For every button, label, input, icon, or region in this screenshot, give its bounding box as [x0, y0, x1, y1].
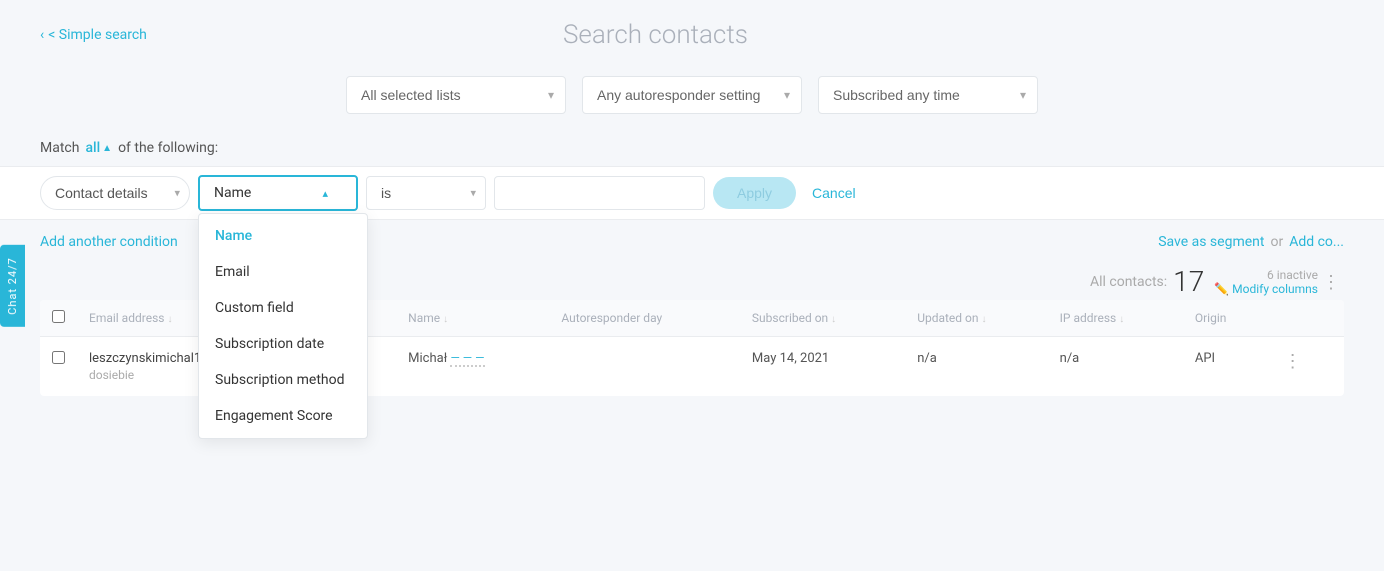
col-ip-address[interactable]: IP address ↓: [1048, 300, 1183, 337]
simple-search-link[interactable]: ‹ < Simple search: [40, 27, 147, 43]
autoresponder-filter-wrapper: Any autoresponder setting: [582, 76, 802, 114]
condition-field-wrapper: Name Name Email Custom field Subscriptio…: [198, 175, 358, 211]
col-actions: [1268, 300, 1344, 337]
condition-operator-select[interactable]: is: [366, 176, 486, 210]
dropdown-item-name[interactable]: Name: [199, 218, 367, 254]
dropdown-item-email[interactable]: Email: [199, 254, 367, 290]
col-subscribed-on[interactable]: Subscribed on ↓: [740, 300, 905, 337]
apply-button[interactable]: Apply: [713, 177, 796, 209]
back-arrow-icon: ‹: [40, 27, 44, 43]
col-subscribed-on-label: Subscribed on: [752, 311, 828, 325]
dropdown-item-subscription-date[interactable]: Subscription date: [199, 326, 367, 362]
col-updated-on[interactable]: Updated on ↓: [905, 300, 1047, 337]
col-ip-address-label: IP address: [1060, 311, 1117, 325]
col-name-label: Name: [408, 311, 440, 325]
col-autoresponder-label: Autoresponder day: [561, 311, 662, 325]
row-name-value: Michał: [408, 351, 447, 366]
page-title: Search contacts: [147, 20, 1164, 50]
modify-columns-label: Modify columns: [1232, 282, 1318, 296]
select-all-checkbox[interactable]: [52, 310, 65, 323]
row-origin-value: API: [1195, 351, 1215, 366]
condition-field-button[interactable]: Name: [198, 175, 358, 211]
modify-columns-link[interactable]: ✏️ Modify columns: [1214, 282, 1318, 296]
row-autoresponder-col: [549, 337, 740, 397]
chat-widget[interactable]: Chat 24/7: [0, 245, 25, 327]
lists-filter-select[interactable]: All selected lists: [346, 76, 566, 114]
pencil-icon: ✏️: [1214, 282, 1229, 296]
match-toggle-value: all: [85, 140, 100, 156]
or-text: or: [1270, 234, 1283, 250]
condition-type-wrapper: Contact details: [40, 176, 190, 210]
row-ip-value: n/a: [1060, 351, 1080, 366]
condition-field-dropdown: Name Email Custom field Subscription dat…: [198, 213, 368, 439]
match-row: Match all ▲ of the following:: [0, 130, 1384, 166]
col-email-sort-icon: ↓: [167, 314, 172, 325]
col-email-label: Email address: [89, 311, 164, 325]
subscribed-filter-select[interactable]: Subscribed any time: [818, 76, 1038, 114]
row-more-icon[interactable]: ⋮: [1280, 351, 1306, 372]
match-prefix: Match: [40, 140, 79, 156]
add-contacts-link[interactable]: Add co...: [1289, 234, 1344, 250]
row-name-col: Michał — — —: [396, 337, 549, 397]
condition-operator-wrapper: is: [366, 176, 486, 210]
col-name[interactable]: Name ↓: [396, 300, 549, 337]
inactive-count: 6 inactive: [1267, 268, 1318, 282]
save-segment-row: Save as segment or Add co...: [1158, 234, 1344, 250]
add-condition-link[interactable]: Add another condition: [40, 234, 178, 250]
save-segment-link[interactable]: Save as segment: [1158, 234, 1264, 250]
match-toggle-arrow: ▲: [102, 143, 112, 154]
dropdown-item-subscription-method[interactable]: Subscription method: [199, 362, 367, 398]
more-options-icon[interactable]: ⋮: [1318, 272, 1344, 293]
col-name-sort-icon: ↓: [443, 314, 448, 325]
condition-type-select[interactable]: Contact details: [40, 176, 190, 210]
autoresponder-filter-select[interactable]: Any autoresponder setting: [582, 76, 802, 114]
row-name: Michał — — —: [408, 351, 537, 367]
condition-value-input[interactable]: [494, 176, 705, 210]
select-all-col: [40, 300, 77, 337]
contacts-label: All contacts:: [1090, 274, 1167, 290]
lists-filter-wrapper: All selected lists: [346, 76, 566, 114]
condition-field-label: Name: [214, 185, 251, 201]
col-updated-on-label: Updated on: [917, 311, 978, 325]
simple-search-label: < Simple search: [48, 27, 147, 43]
dropdown-item-custom-field[interactable]: Custom field: [199, 290, 367, 326]
row-updated-col: n/a: [905, 337, 1047, 397]
col-autoresponder: Autoresponder day: [549, 300, 740, 337]
chat-label: Chat 24/7: [6, 257, 19, 315]
row-subscribed-col: May 14, 2021: [740, 337, 905, 397]
match-suffix: of the following:: [118, 140, 218, 156]
col-origin-label: Origin: [1195, 311, 1227, 325]
row-ip-col: n/a: [1048, 337, 1183, 397]
row-subscribed-value: May 14, 2021: [752, 351, 829, 366]
dropdown-item-engagement-score[interactable]: Engagement Score: [199, 398, 367, 434]
row-updated-value: n/a: [917, 351, 937, 366]
row-checkbox[interactable]: [52, 351, 65, 364]
row-checkbox-col: [40, 337, 77, 397]
condition-row: Contact details Name Name Email Custom f…: [0, 166, 1384, 220]
row-origin-col: API: [1183, 337, 1268, 397]
cancel-button[interactable]: Cancel: [804, 177, 864, 209]
col-subscribed-sort-icon: ↓: [831, 314, 836, 325]
subscribed-filter-wrapper: Subscribed any time: [818, 76, 1038, 114]
col-origin: Origin: [1183, 300, 1268, 337]
contacts-count: 17: [1173, 268, 1204, 296]
filter-row: All selected lists Any autoresponder set…: [0, 60, 1384, 130]
row-name-extra: — — —: [450, 351, 484, 367]
match-toggle[interactable]: all ▲: [85, 140, 112, 156]
col-updated-sort-icon: ↓: [982, 314, 987, 325]
row-more-col: ⋮: [1268, 337, 1344, 397]
col-ip-sort-icon: ↓: [1119, 314, 1124, 325]
